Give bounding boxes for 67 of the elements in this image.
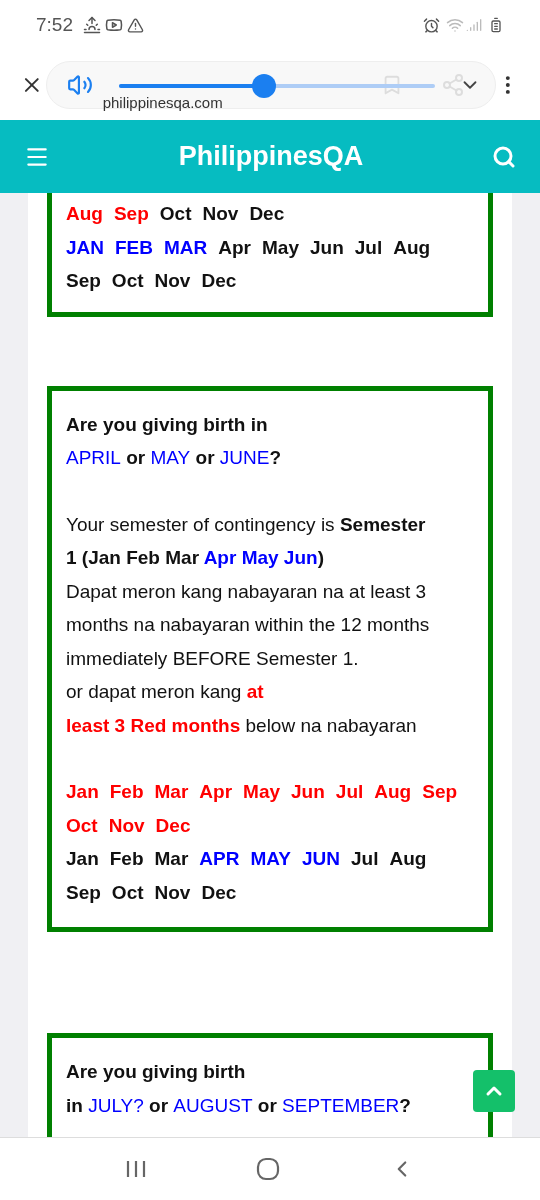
month-label: Apr <box>218 235 252 260</box>
month-label: Nov <box>202 202 239 226</box>
month-label: APR <box>199 847 240 871</box>
month-label: Oct <box>111 880 144 905</box>
month-label: Sep <box>422 780 458 804</box>
month-label: Sep <box>113 202 149 226</box>
month-label: Jan <box>66 847 99 871</box>
month-label: Aug <box>389 847 427 871</box>
question-text: Are you giving birth in <box>66 412 269 437</box>
alarm-icon <box>423 16 440 34</box>
month-label: Aug <box>393 235 431 260</box>
signal-icon <box>466 17 482 33</box>
warning-icon <box>127 16 144 34</box>
month-label: May <box>262 235 299 260</box>
month-label: Oct <box>66 813 98 838</box>
month-label: Oct <box>159 202 192 226</box>
month-label: Dec <box>201 880 237 905</box>
month-label: Dec <box>249 202 285 226</box>
body-text: immediately BEFORE Semester 1. <box>66 646 360 671</box>
wifi-icon <box>446 16 464 34</box>
volume-icon[interactable] <box>66 72 93 98</box>
month-label: Mar <box>154 780 189 804</box>
month-label: Jul <box>350 847 379 871</box>
month-label: Nov <box>154 269 191 293</box>
month-label: May <box>243 780 281 804</box>
video-icon <box>105 16 123 34</box>
month-label: Sep <box>66 880 101 905</box>
month-label: MAR <box>164 235 208 260</box>
question-text: APRIL or MAY or JUNE? <box>66 446 283 470</box>
body-text: months na nabayaran within the 12 months <box>66 613 431 637</box>
page-url: philippinesqa.com <box>102 95 223 111</box>
month-label: JAN <box>66 235 104 260</box>
month-label: Aug <box>66 202 103 226</box>
body-text: Your semester of contingency is Semester <box>66 512 427 537</box>
body-text: or dapat meron kang at <box>66 680 265 704</box>
month-label: Jan <box>66 780 99 804</box>
body-text: Dapat meron kang nabayaran na at least 3 <box>66 579 428 604</box>
question-text: in JULY? or AUGUST or SEPTEMBER? <box>66 1093 412 1118</box>
recent-apps-icon[interactable] <box>124 1159 147 1179</box>
home-icon[interactable] <box>256 1157 280 1181</box>
month-label: Dec <box>155 813 191 838</box>
month-label: Nov <box>154 880 191 905</box>
battery-icon <box>488 17 504 33</box>
body-text: 1 (Jan Feb Mar Apr May Jun) <box>66 546 325 570</box>
month-label: Mar <box>154 847 189 871</box>
month-label: Oct <box>111 269 144 293</box>
month-label: Aug <box>374 780 412 804</box>
body-text: least 3 Red months below na nabayaran <box>66 713 418 738</box>
month-label: Nov <box>108 813 145 838</box>
weather-icon <box>83 16 101 34</box>
address-bar[interactable]: philippinesqa.com <box>45 61 497 109</box>
scroll-to-top-button[interactable] <box>473 1070 515 1112</box>
month-label: Jun <box>291 780 325 804</box>
month-label: Feb <box>109 780 144 804</box>
clock-time: 7:52 <box>36 12 73 37</box>
month-label: Jun <box>310 235 344 260</box>
month-label: Sep <box>66 269 101 293</box>
question-text: Are you giving birth <box>66 1060 247 1084</box>
month-label: Apr <box>199 780 233 804</box>
month-label: Feb <box>109 847 144 871</box>
month-label: FEB <box>115 235 153 260</box>
month-label: Jul <box>335 780 364 804</box>
search-icon[interactable] <box>492 144 516 169</box>
month-label: JUN <box>301 847 340 871</box>
month-label: MAY <box>250 847 291 871</box>
month-label: Jul <box>354 235 383 260</box>
month-label: Dec <box>201 269 237 293</box>
